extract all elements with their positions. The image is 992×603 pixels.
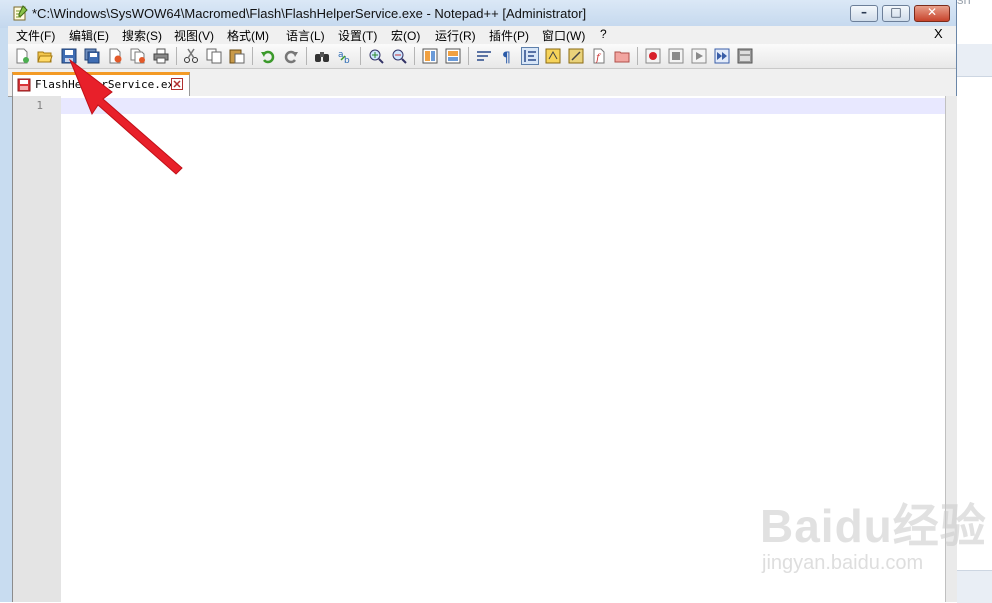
baidu-watermark-url: jingyan.baidu.com <box>762 552 924 574</box>
baidu-watermark-logo: Baidu经验 <box>760 500 987 552</box>
